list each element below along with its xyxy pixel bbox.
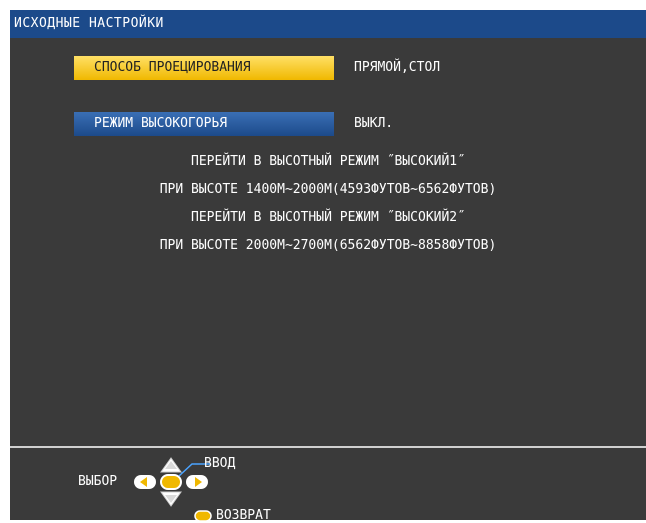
- return-hint-label: ВОЗВРАТ: [216, 508, 271, 523]
- info-line: ПРИ ВЫСОТЕ 1400М~2000М(4593ФУТОВ~6562ФУТ…: [159, 182, 497, 197]
- menu-item-high-altitude-mode[interactable]: РЕЖИМ ВЫСОКОГОРЬЯ: [74, 112, 334, 136]
- projection-method-value: ПРЯМОЙ,СТОЛ: [354, 60, 441, 75]
- enter-hint-label: ВВОД: [204, 456, 236, 471]
- footer-divider: [10, 446, 646, 448]
- select-hint-label: ВЫБОР: [78, 474, 118, 489]
- return-button-icon: [194, 510, 212, 522]
- info-line: ПЕРЕЙТИ В ВЫСОТНЫЙ РЕЖИМ ˝ВЫСОКИЙ2˝: [191, 210, 465, 225]
- menu-item-label: СПОСОБ ПРОЕЦИРОВАНИЯ: [94, 60, 251, 75]
- info-line: ПЕРЕЙТИ В ВЫСОТНЫЙ РЕЖИМ ˝ВЫСОКИЙ1˝: [191, 154, 465, 169]
- menu-title: ИСХОДНЫЕ НАСТРОЙКИ: [14, 16, 164, 31]
- navigation-pad-icon: [134, 457, 210, 507]
- menu-item-projection-method[interactable]: СПОСОБ ПРОЕЦИРОВАНИЯ: [74, 56, 334, 80]
- osd-menu: ИСХОДНЫЕ НАСТРОЙКИ СПОСОБ ПРОЕЦИРОВАНИЯ …: [10, 10, 646, 523]
- menu-item-label: РЕЖИМ ВЫСОКОГОРЬЯ: [94, 116, 228, 131]
- info-line: ПРИ ВЫСОТЕ 2000М~2700М(6562ФУТОВ~8858ФУТ…: [159, 238, 497, 253]
- high-altitude-mode-value: ВЫКЛ.: [354, 116, 394, 131]
- title-bar: ИСХОДНЫЕ НАСТРОЙКИ: [10, 10, 646, 38]
- enter-button-icon: [160, 474, 182, 490]
